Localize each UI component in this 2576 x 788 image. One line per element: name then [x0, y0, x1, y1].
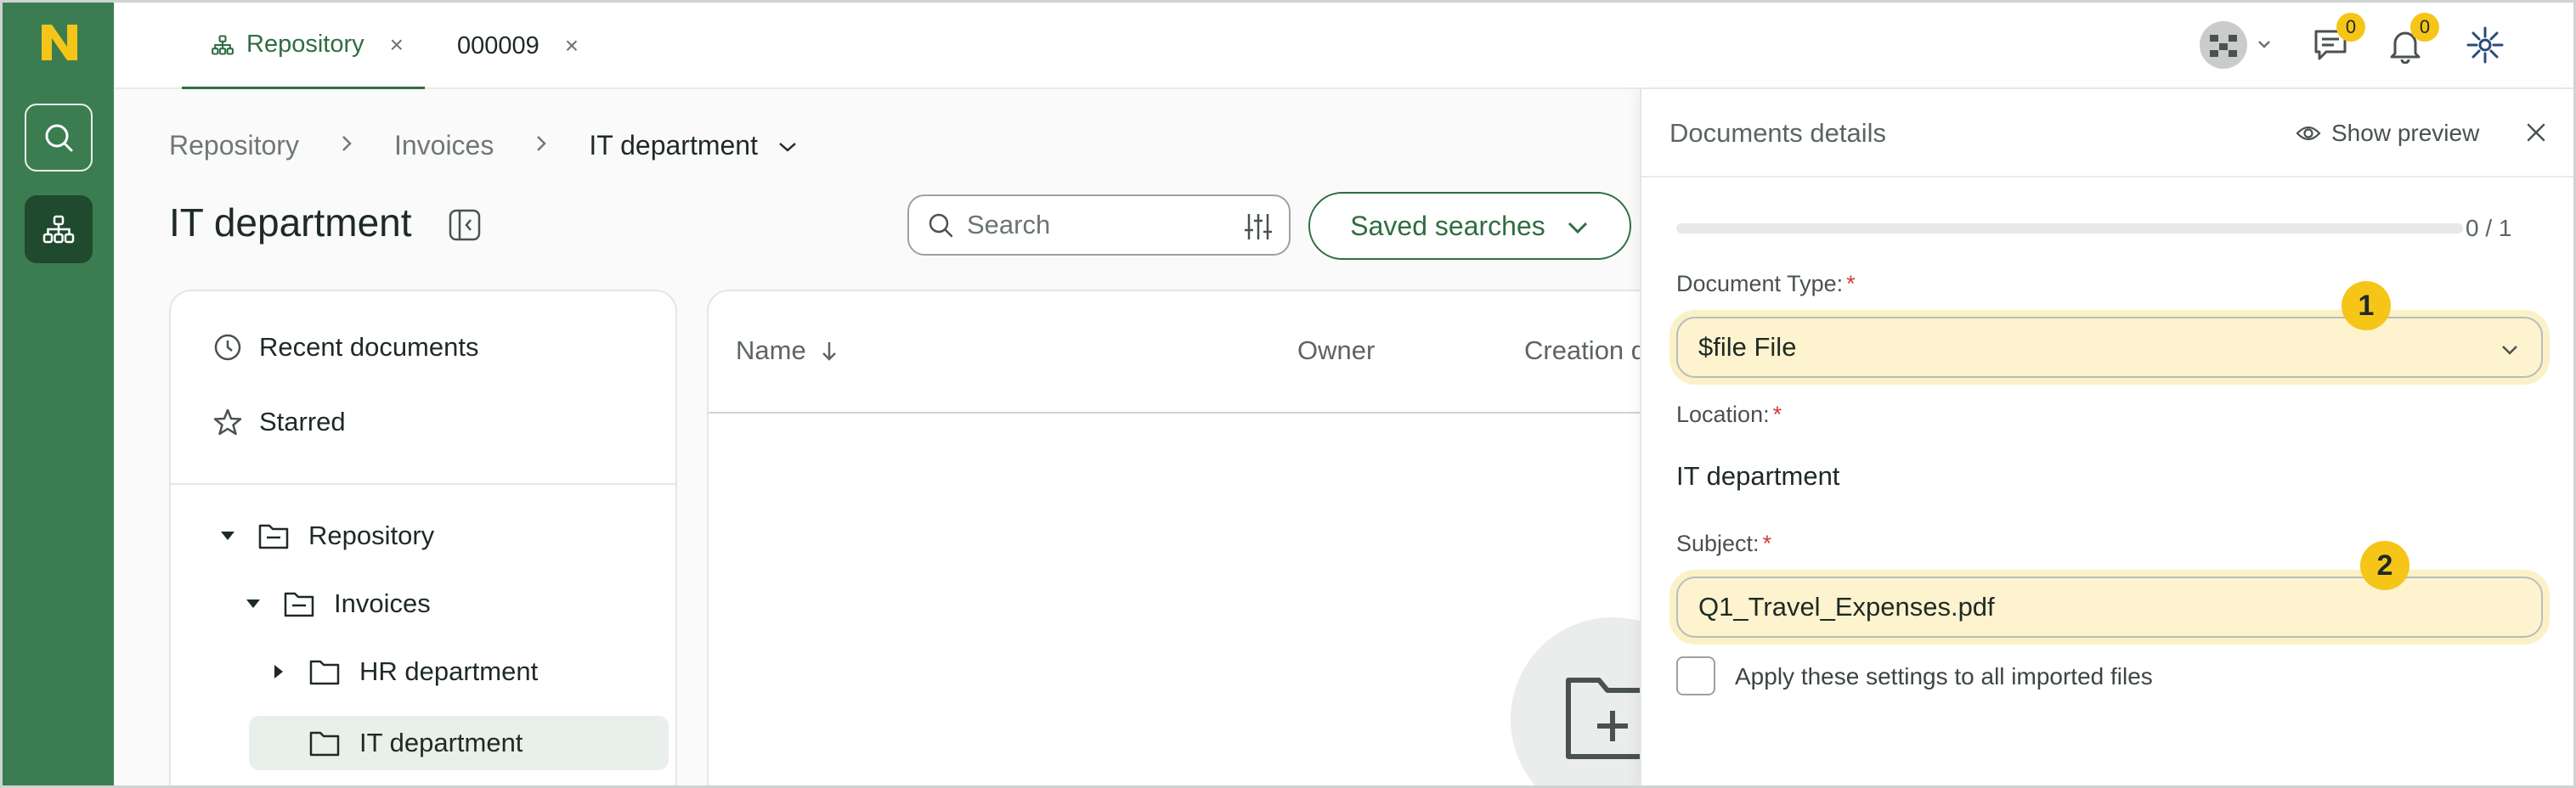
notification-badge: 0 [2410, 13, 2439, 42]
subject-input[interactable]: Q1_Travel_Expenses.pdf [1676, 577, 2543, 638]
caret-right-icon[interactable] [269, 662, 288, 681]
subject-label: Subject: * [1676, 531, 1772, 556]
subject-value: Q1_Travel_Expenses.pdf [1698, 592, 1995, 622]
drawer-title: Documents details [1669, 118, 1887, 148]
breadcrumb: Repository Invoices IT department [169, 130, 799, 161]
documents-details-drawer: Documents details Show preview 0 / 1 Doc… [1640, 89, 2573, 785]
tab-000009[interactable]: 000009 × [457, 3, 627, 89]
close-icon[interactable]: × [390, 31, 404, 59]
clock-icon [214, 334, 241, 361]
search-input[interactable] [967, 210, 1222, 240]
left-rail [3, 3, 114, 785]
tab-repository[interactable]: Repository × [182, 3, 425, 89]
folder-icon [309, 660, 340, 685]
breadcrumb-current[interactable]: IT department [589, 130, 758, 161]
show-preview-button[interactable]: Show preview [2296, 120, 2479, 147]
import-progress-bar [1676, 223, 2463, 234]
tree-label: Invoices [334, 588, 431, 618]
location-label: Location: * [1676, 402, 1782, 427]
column-creation-date[interactable]: Creation d [1524, 335, 1646, 366]
chevron-down-icon [1566, 211, 1590, 242]
collapse-panel-button[interactable] [448, 208, 482, 246]
breadcrumb-invoices[interactable]: Invoices [394, 130, 494, 161]
chevron-down-icon [2499, 337, 2521, 368]
tree-label: HR department [359, 656, 539, 686]
filter-sliders-icon[interactable] [1243, 211, 1274, 246]
sitemap-icon [211, 33, 234, 57]
divider [171, 483, 675, 485]
logo-icon [42, 25, 77, 60]
tree-label: Repository [308, 521, 435, 550]
caret-down-icon[interactable] [244, 594, 263, 613]
close-icon [2527, 123, 2545, 142]
tree-label: IT department [359, 728, 523, 757]
settings-button[interactable] [2465, 25, 2505, 70]
nav-starred[interactable]: Starred [213, 407, 346, 437]
tree-item-it-department[interactable]: IT department [249, 716, 669, 770]
page-title: IT department [169, 200, 412, 245]
app-window: Repository × 000009 × 0 0 Repository Inv… [0, 0, 2576, 788]
chevron-right-icon [340, 132, 353, 160]
notifications-button[interactable]: 0 [2387, 13, 2439, 68]
search-icon [45, 124, 73, 152]
caret-down-icon[interactable] [218, 526, 237, 545]
apply-all-label: Apply these settings to all imported fil… [1735, 663, 2153, 690]
rail-repository-button[interactable] [25, 195, 93, 263]
document-type-select[interactable]: $file File [1676, 317, 2543, 378]
top-toolbar: 0 0 [2200, 3, 2573, 89]
tree-item-invoices[interactable]: Invoices [244, 588, 431, 619]
tree-item-hr-department[interactable]: HR department [269, 656, 538, 687]
document-type-value: $file File [1698, 332, 1797, 362]
sidebar-collapse-icon [449, 209, 481, 241]
apply-all-checkbox[interactable] [1676, 656, 1715, 695]
tree-item-repository[interactable]: Repository [218, 521, 434, 551]
nav-label: Starred [259, 407, 346, 436]
nav-recent-documents[interactable]: Recent documents [213, 332, 478, 363]
tab-label: 000009 [457, 31, 539, 59]
breadcrumb-repository[interactable]: Repository [169, 130, 299, 161]
marker-2: 2 [2360, 541, 2409, 590]
saved-searches-label: Saved searches [1350, 210, 1545, 241]
location-value: IT department [1676, 461, 1840, 491]
saved-searches-button[interactable]: Saved searches [1308, 192, 1631, 260]
drawer-header: Documents details Show preview [1641, 89, 2573, 177]
rail-search-button[interactable] [25, 104, 93, 172]
folder-open-icon [284, 592, 314, 617]
main-content: Repository Invoices IT department IT dep… [114, 89, 1726, 785]
show-preview-label: Show preview [2331, 120, 2480, 146]
progress-text: 0 / 1 [2466, 215, 2512, 241]
marker-1: 1 [2342, 281, 2391, 330]
nav-label: Recent documents [259, 332, 479, 362]
chat-badge: 0 [2336, 13, 2365, 42]
folder-open-icon [258, 524, 289, 549]
column-owner[interactable]: Owner [1297, 335, 1375, 366]
table-header: Name Owner Creation d [709, 291, 1725, 414]
tab-label: Repository [246, 31, 364, 58]
column-name[interactable]: Name [736, 335, 840, 366]
chevron-right-icon [534, 132, 548, 160]
folder-icon [309, 731, 340, 757]
search-field[interactable] [907, 194, 1291, 256]
network-icon [2466, 26, 2504, 64]
document-type-label: Document Type: * [1676, 271, 1856, 296]
sitemap-icon [42, 215, 75, 244]
eye-icon [2296, 126, 2321, 141]
chat-button[interactable]: 0 [2313, 13, 2365, 68]
chevron-down-icon[interactable] [777, 130, 799, 161]
star-icon [213, 408, 242, 436]
top-bar: Repository × 000009 × 0 0 [114, 3, 2573, 89]
avatar [2200, 21, 2270, 69]
close-icon[interactable]: × [565, 32, 579, 59]
workspace-switcher[interactable] [2200, 21, 2285, 73]
close-drawer-button[interactable] [2525, 121, 2547, 148]
arrow-down-icon [822, 342, 836, 361]
search-icon [929, 213, 953, 238]
document-list: Name Owner Creation d [707, 290, 1726, 785]
navigation-panel: Recent documents Starred Repository Invo… [169, 290, 677, 785]
